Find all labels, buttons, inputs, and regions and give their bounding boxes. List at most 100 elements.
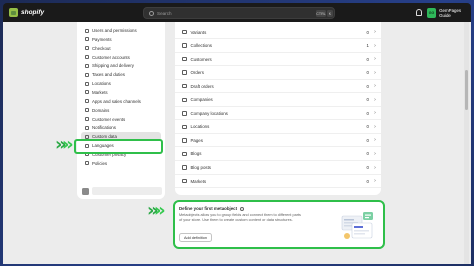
metafield-row-label: Variants <box>190 29 207 35</box>
metafield-row-label: Company locations <box>190 110 228 116</box>
sidebar-item-locations[interactable]: Locations <box>77 79 165 88</box>
resource-icon <box>182 165 187 170</box>
metafield-count: 0 <box>366 29 369 35</box>
chevron-right-icon: › <box>374 178 376 185</box>
chevron-right-icon: › <box>374 137 376 144</box>
sidebar-item-users-and-permissions[interactable]: Users and permissions <box>77 26 165 35</box>
sidebar-item-label: Taxes and duties <box>92 72 125 78</box>
pointer-chevron-icon: » <box>62 134 74 155</box>
resource-icon <box>182 56 187 62</box>
metafield-row-label: Pages <box>190 137 203 143</box>
sidebar-item-shipping-and-delivery[interactable]: Shipping and delivery <box>77 61 165 70</box>
checkout-icon <box>85 46 89 51</box>
metafield-count: 0 <box>366 165 369 170</box>
sidebar-item-payments[interactable]: Payments <box>77 35 165 44</box>
chevron-right-icon: › <box>374 56 376 63</box>
metafield-row-label: Blog posts <box>190 165 212 170</box>
metafield-row-locations[interactable]: Locations 0 › <box>175 121 381 134</box>
location-icon <box>85 81 89 86</box>
policies-icon <box>85 161 89 166</box>
sidebar-item-customer-events[interactable]: Customer events <box>77 115 165 124</box>
sidebar-item-customer-accounts[interactable]: Customer accounts <box>77 53 165 62</box>
add-definition-button[interactable]: Add definition <box>179 233 213 242</box>
metafield-row-draft-orders[interactable]: Draft orders 0 › <box>175 80 381 94</box>
metafield-row-label: Customers <box>190 56 212 62</box>
metafield-count: 0 <box>366 178 369 184</box>
search-input[interactable]: Search CTRL K <box>143 7 335 19</box>
scrollbar-track[interactable] <box>464 22 469 264</box>
metafields-card: Variants 0 › Collections 1 › Customers 0 › Orders… <box>175 22 381 195</box>
store-menu-button[interactable]: GG GemPages Guide <box>427 7 471 19</box>
resource-icon <box>182 97 187 102</box>
search-icon <box>149 10 154 16</box>
customer-events-icon <box>85 117 89 121</box>
sidebar-item-label: Apps and sales channels <box>92 98 141 104</box>
metafield-row-companies[interactable]: Companies 0 › <box>175 94 381 107</box>
metafield-count: 0 <box>366 83 369 89</box>
metafield-row-pages[interactable]: Pages 0 › <box>175 134 381 148</box>
metafield-count: 1 <box>366 43 369 49</box>
sidebar-item-label: Checkout <box>92 45 111 51</box>
metafield-count: 0 <box>366 97 369 103</box>
metafield-row-label: Companies <box>190 97 213 103</box>
admin-topbar: shopify Search CTRL K GG GemPages Guide <box>3 3 471 22</box>
sidebar-item-label: Customer events <box>92 116 126 122</box>
pointer-chevron-icon: » <box>154 200 166 221</box>
sidebar-item-taxes-and-duties[interactable]: Taxes and duties <box>77 70 165 79</box>
metafield-row-label: Draft orders <box>190 83 214 89</box>
shopify-bag-icon <box>9 8 18 17</box>
metafield-row-blog-posts[interactable]: Blog posts 0 › <box>175 162 381 175</box>
sidebar-item-notifications[interactable]: Notifications <box>77 123 165 132</box>
metafield-count: 0 <box>366 137 369 143</box>
metafield-row-customers[interactable]: Customers 0 › <box>175 53 381 67</box>
metafield-count: 0 <box>366 110 369 116</box>
resource-icon <box>182 83 187 89</box>
sidebar-item-label: Payments <box>92 36 112 42</box>
sidebar-item-checkout[interactable]: Checkout <box>77 44 165 53</box>
chevron-right-icon: › <box>374 96 376 103</box>
customer-accounts-icon <box>85 55 89 60</box>
metafield-row-markets[interactable]: Markets 0 › <box>175 175 381 189</box>
metafield-count: 0 <box>366 56 369 62</box>
chevron-right-icon: › <box>374 164 376 171</box>
metafield-row-orders[interactable]: Orders 0 › <box>175 67 381 80</box>
metafield-count: 0 <box>366 124 369 130</box>
sidebar-item-policies[interactable]: Policies <box>77 159 165 168</box>
notifications-icon <box>85 125 89 130</box>
apps-icon <box>85 99 89 104</box>
user-avatar <box>82 187 89 195</box>
metafield-count: 0 <box>366 151 369 157</box>
metafield-row-company-locations[interactable]: Company locations 0 › <box>175 107 381 121</box>
sidebar-item-label: Policies <box>92 160 108 166</box>
notification-bell-icon[interactable] <box>416 9 422 16</box>
sidebar-item-label: Markets <box>92 89 108 95</box>
search-placeholder: Search <box>157 10 172 16</box>
metaobject-illustration <box>341 212 373 239</box>
scrollbar-thumb[interactable] <box>465 70 468 110</box>
shortcut-k-key: K <box>327 10 333 17</box>
user-name-redacted <box>92 187 162 195</box>
sidebar-item-label: Locations <box>92 81 111 87</box>
sidebar-user-row[interactable] <box>82 186 164 196</box>
brand-name: shopify <box>21 9 45 16</box>
info-icon[interactable] <box>240 206 245 211</box>
metafield-row-variants[interactable]: Variants 0 › <box>175 26 381 39</box>
chevron-right-icon: › <box>374 42 376 49</box>
shopify-logo[interactable]: shopify <box>9 8 44 17</box>
sidebar-item-domains[interactable]: Domains <box>77 106 165 115</box>
metafield-row-label: Markets <box>190 178 207 184</box>
chevron-right-icon: › <box>374 150 376 157</box>
metaobject-title: Define your first metaobject <box>179 206 238 211</box>
metafield-row-collections[interactable]: Collections 1 › <box>175 40 381 53</box>
resource-icon <box>182 43 187 48</box>
sidebar-item-markets[interactable]: Markets <box>77 88 165 97</box>
sidebar-item-apps-and-sales-channels[interactable]: Apps and sales channels <box>77 97 165 106</box>
metafield-count: 0 <box>366 70 369 76</box>
resource-icon <box>182 70 187 75</box>
metafield-row-blogs[interactable]: Blogs 0 › <box>175 148 381 161</box>
shortcut-ctrl-key: CTRL <box>316 10 326 17</box>
chevron-right-icon: › <box>374 110 376 117</box>
users-icon <box>85 28 89 33</box>
custom-data-highlight <box>74 139 163 154</box>
resource-icon <box>182 124 187 130</box>
